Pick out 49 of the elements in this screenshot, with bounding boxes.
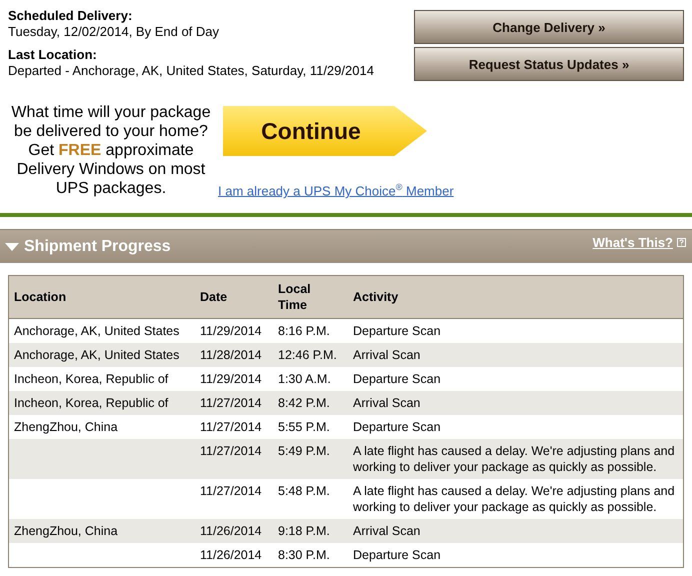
field-label: Last Location: [8, 47, 98, 62]
continue-button[interactable]: Continue [223, 106, 427, 156]
table-cell: ZhengZhou, China [8, 415, 195, 440]
table-cell: 11/28/2014 [195, 343, 273, 368]
table-cell: Departure Scan [348, 415, 684, 440]
table-cell: 9:18 P.M. [273, 519, 348, 544]
table-cell: 5:55 P.M. [273, 415, 348, 440]
table-cell: 11/27/2014 [195, 479, 273, 520]
column-header: Activity [348, 276, 684, 319]
table-cell: Incheon, Korea, Republic of [8, 367, 195, 392]
column-header: Date [195, 276, 273, 319]
table-cell: Departure Scan [348, 318, 684, 344]
column-header: Local Time [273, 276, 348, 319]
table-cell: 11/29/2014 [195, 318, 273, 344]
table-cell: 11/26/2014 [195, 543, 273, 568]
table-cell: A late flight has caused a delay. We're adjusting plans and working to deliver your package as quickly as possible. [348, 439, 684, 480]
table-cell: A late flight has caused a delay. We're adjusting plans and working to deliver your package as quickly as possible. [348, 479, 684, 520]
table-cell: 11/26/2014 [195, 519, 273, 544]
table-cell: Incheon, Korea, Republic of [8, 391, 195, 416]
expand-icon[interactable] [5, 242, 19, 251]
table-cell: 12:46 P.M. [273, 343, 348, 368]
table-cell: 11/27/2014 [195, 415, 273, 440]
table-cell: 1:30 A.M. [273, 367, 348, 392]
table-cell: 11/27/2014 [195, 439, 273, 480]
table-cell: 11/29/2014 [195, 367, 273, 392]
field-label: Scheduled Delivery: [8, 8, 134, 23]
table-cell: Arrival Scan [348, 519, 684, 544]
field-value: Departed - Anchorage, AK, United States, Saturday, 11/29/2014 [8, 63, 374, 78]
table-cell: 5:49 P.M. [273, 439, 348, 480]
table-cell: ZhengZhou, China [8, 519, 195, 544]
table-cell: Arrival Scan [348, 343, 684, 368]
column-header: Location [8, 276, 195, 319]
action-button[interactable]: Request Status Updates » [414, 47, 684, 81]
table-cell: Anchorage, AK, United States [8, 343, 195, 368]
member-link[interactable]: I am already a UPS My Choice$^{®}$ Member [218, 182, 454, 198]
table-cell: Arrival Scan [348, 391, 684, 416]
help-icon[interactable] [677, 238, 686, 248]
table-cell: 8:42 P.M. [273, 391, 348, 416]
table-cell: 5:48 P.M. [273, 479, 348, 520]
table-cell: Anchorage, AK, United States [8, 318, 195, 344]
promo-text: What time will your package be delivered to your home? Get FREE approximate Delivery Windows on most UPS packages. [10, 103, 212, 198]
table-cell: 8:16 P.M. [273, 318, 348, 344]
section-title: Shipment Progress [24, 238, 171, 256]
table-cell: 11/27/2014 [195, 391, 273, 416]
table-cell: Departure Scan [348, 543, 684, 568]
table-cell: 8:30 P.M. [273, 543, 348, 568]
table-cell: Departure Scan [348, 367, 684, 392]
action-button[interactable]: Change Delivery » [414, 10, 684, 44]
field-value: Tuesday, 12/02/2014, By End of Day [8, 24, 220, 39]
